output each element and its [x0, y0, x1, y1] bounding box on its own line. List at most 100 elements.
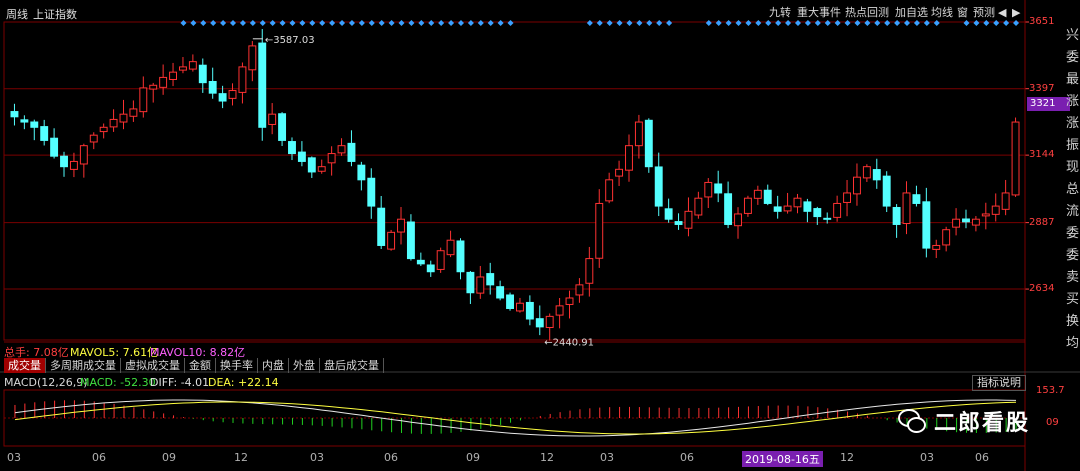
signal-diamond [339, 20, 346, 26]
signal-diamond [220, 20, 227, 26]
candle-body [347, 142, 356, 162]
signal-diamond [200, 20, 207, 26]
signal-diamond [249, 20, 256, 26]
candle-body [208, 81, 217, 94]
candle-body [525, 301, 534, 320]
signal-diamond [933, 20, 940, 26]
indicator-help-button[interactable]: 指标说明 [972, 375, 1026, 391]
candle-body [179, 66, 187, 71]
price-chart[interactable]: ←3587.03 ←2440.91 [0, 0, 1080, 471]
candle-body [119, 113, 128, 123]
candle-body [971, 218, 980, 226]
signal-diamond [507, 20, 514, 26]
candle-body [793, 197, 802, 208]
tab-4[interactable]: 换手率 [216, 358, 258, 373]
signal-diamond [358, 20, 365, 26]
tab-7[interactable]: 盘后成交量 [320, 358, 384, 373]
signal-diamond [230, 20, 237, 26]
candle-body [10, 111, 19, 118]
candle-body [634, 121, 643, 147]
candle-body [902, 192, 911, 225]
candle-body [932, 244, 941, 250]
candle-body [991, 205, 1000, 215]
side-panel-label: 现 [1066, 160, 1080, 175]
tab-2[interactable]: 虚拟成交量 [121, 358, 185, 373]
candle-body [704, 181, 713, 198]
candle-body [823, 217, 832, 220]
tab-3[interactable]: 金额 [185, 358, 216, 373]
macd-diff: DIFF: -4.01 [150, 376, 210, 389]
candle-body [387, 231, 396, 250]
side-panel-label: 涨 [1066, 94, 1080, 109]
tab-0[interactable]: 成交量 [4, 358, 46, 373]
signal-diamond [418, 20, 425, 26]
x-axis-label: 06 [680, 451, 694, 464]
signal-diamond [666, 20, 673, 26]
signal-diamond [1003, 20, 1010, 26]
candle-body [1001, 192, 1010, 210]
tab-6[interactable]: 外盘 [289, 358, 320, 373]
signal-diamond [428, 20, 435, 26]
signal-diamond [606, 20, 613, 26]
candle-body [585, 258, 594, 284]
signal-diamond [457, 20, 464, 26]
candle-body [545, 315, 554, 328]
signal-diamond [388, 20, 395, 26]
signal-diamond [913, 20, 920, 26]
candle-body [496, 286, 505, 299]
signal-diamond [656, 20, 663, 26]
side-panel-label: 委 [1066, 248, 1080, 263]
candle-body [674, 221, 683, 225]
signal-diamond [814, 20, 821, 26]
macd-axis-bottom: 09 [1046, 417, 1059, 428]
candle-body [813, 208, 822, 218]
signal-diamond [408, 20, 415, 26]
signal-diamond [884, 20, 891, 26]
side-panel-label: 兴 [1066, 28, 1080, 43]
signal-diamond [1013, 20, 1020, 26]
candle-body [555, 305, 564, 316]
signal-diamond [438, 20, 445, 26]
candle-body [734, 213, 742, 227]
high-annotation: ←3587.03 [265, 35, 315, 46]
signal-diamond [299, 20, 306, 26]
price-axis-label: 2887 [1029, 216, 1055, 228]
candle-body [317, 166, 326, 172]
tab-1[interactable]: 多周期成交量 [46, 358, 121, 373]
candle-body [436, 250, 445, 270]
side-panel-label: 最 [1066, 72, 1080, 87]
candle-body [466, 271, 475, 294]
signal-diamond [715, 20, 722, 26]
candle-body [773, 206, 782, 212]
signal-diamond [626, 20, 633, 26]
candle-body [198, 64, 207, 84]
signal-diamond [348, 20, 355, 26]
candle-body [575, 284, 584, 296]
macd-name[interactable]: MACD(12,26,9) [4, 376, 88, 389]
candle-body [238, 66, 247, 93]
candle-body [912, 194, 921, 204]
side-panel-label: 委 [1066, 226, 1080, 241]
signal-diamond [904, 20, 911, 26]
tab-5[interactable]: 内盘 [258, 358, 289, 373]
signal-diamond [309, 20, 316, 26]
candle-body [763, 189, 772, 204]
signal-diamond [794, 20, 801, 26]
x-axis-label: 03 [600, 451, 614, 464]
signal-diamond [745, 20, 752, 26]
price-axis-label: 3651 [1029, 16, 1055, 27]
candle-body [981, 213, 990, 217]
signal-diamond [705, 20, 712, 26]
signal-diamond [368, 20, 375, 26]
candle-body [476, 276, 485, 294]
side-panel-label: 涨 [1066, 116, 1080, 131]
signal-diamond [378, 20, 385, 26]
candle-body [228, 90, 237, 99]
side-panel-label: 换 [1066, 314, 1080, 329]
signal-diamond [210, 20, 217, 26]
candle-body [377, 207, 386, 246]
signal-diamond [646, 20, 653, 26]
candle-body [69, 160, 78, 170]
x-axis-label: 09 [162, 451, 176, 464]
cursor-date-label: 2019-08-16五 [742, 451, 823, 467]
